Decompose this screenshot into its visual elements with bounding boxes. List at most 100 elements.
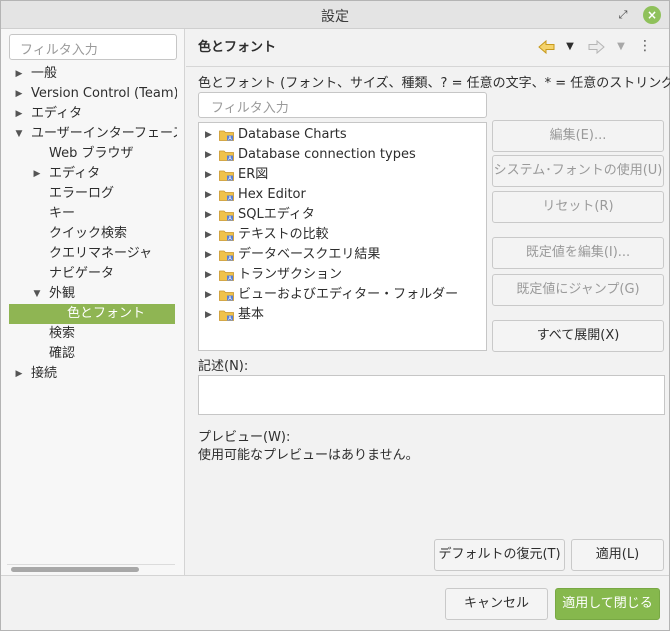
reset-button[interactable]: リセット(R) (492, 191, 664, 223)
tree-item-label: クエリマネージャ (49, 246, 153, 261)
collapsed-arrow-icon[interactable]: ▶ (205, 265, 212, 285)
category-label: Database Charts (238, 127, 347, 142)
back-arrow-icon[interactable] (538, 39, 556, 55)
folder-icon: A (219, 150, 234, 161)
category-label: Database connection types (238, 147, 416, 162)
expand-all-button[interactable]: すべて展開(X) (492, 320, 664, 352)
svg-text:A: A (228, 316, 232, 321)
tree-item[interactable]: クエリマネージャ (1, 244, 177, 264)
tree-item-label: エディタ (49, 166, 101, 181)
view-menu-icon[interactable]: ⋮ (638, 39, 652, 55)
tree-item-label: エディタ (31, 106, 83, 121)
horizontal-scrollbar[interactable] (11, 567, 139, 572)
collapsed-arrow-icon[interactable]: ▶ (205, 285, 212, 305)
tree-item-label: 一般 (31, 66, 58, 81)
folder-icon: A (219, 250, 234, 261)
svg-text:A: A (228, 176, 232, 181)
preview-text: 使用可能なプレビューはありません。 (198, 448, 419, 463)
collapsed-arrow-icon[interactable]: ▶ (205, 185, 212, 205)
tree-item[interactable]: ▼ ユーザーインターフェース (1, 124, 177, 144)
restore-defaults-button[interactable]: デフォルトの復元(T) (434, 539, 565, 571)
restore-icon[interactable]: ⤢ (615, 7, 631, 23)
tree-item[interactable]: 検索 (1, 324, 177, 344)
collapsed-arrow-icon[interactable]: ▶ (13, 64, 25, 84)
collapsed-arrow-icon[interactable]: ▶ (205, 145, 212, 165)
tree-item-label: Web ブラウザ (49, 146, 134, 161)
collapsed-arrow-icon[interactable]: ▶ (205, 165, 212, 185)
category-label: 基本 (238, 307, 265, 322)
tree-item-label: ユーザーインターフェース (31, 126, 177, 141)
forward-dropdown-icon[interactable]: ▼ (615, 39, 627, 55)
back-dropdown-icon[interactable]: ▼ (564, 39, 576, 55)
tree-item[interactable]: ▶ 一般 (1, 64, 177, 84)
collapsed-arrow-icon[interactable]: ▶ (205, 225, 212, 245)
tree-item[interactable]: ▼ 外観 (1, 284, 177, 304)
edit-default-button[interactable]: 既定値を編集(I)... (492, 237, 664, 269)
category-row[interactable]: ▶ A データベースクエリ結果 (199, 245, 486, 265)
collapsed-arrow-icon[interactable]: ▶ (205, 245, 212, 265)
description-box (198, 375, 665, 415)
preferences-dialog: 設定 ⤢ × フィルタ入力 ▶ 一般 ▶ Version Control (Team)… (0, 0, 670, 631)
preference-tree-pane: フィルタ入力 ▶ 一般 ▶ Version Control (Team) ▶ エディタ ▼ ユ… (1, 29, 185, 575)
category-row[interactable]: ▶ A ビューおよびエディター・フォルダー (199, 285, 486, 305)
collapsed-arrow-icon[interactable]: ▶ (205, 305, 212, 325)
folder-icon: A (219, 290, 234, 301)
tree-item[interactable]: ▶ Version Control (Team) (1, 84, 177, 104)
expanded-arrow-icon[interactable]: ▼ (13, 124, 25, 144)
tree-item-label: 接続 (31, 366, 58, 381)
folder-icon: A (219, 310, 234, 321)
tree-item[interactable]: ▶ 接続 (1, 364, 177, 384)
collapsed-arrow-icon[interactable]: ▶ (205, 125, 212, 145)
folder-icon: A (219, 210, 234, 221)
tree-item-label: 外観 (49, 286, 76, 301)
collapsed-arrow-icon[interactable]: ▶ (13, 104, 25, 124)
collapsed-arrow-icon[interactable]: ▶ (31, 164, 43, 184)
category-row[interactable]: ▶ A テキストの比較 (199, 225, 486, 245)
tree-item[interactable]: エラーログ (1, 184, 177, 204)
tree-item-label: 検索 (49, 326, 76, 341)
tree-item[interactable]: キー (1, 204, 177, 224)
tree-item[interactable]: Web ブラウザ (1, 144, 177, 164)
folder-icon: A (219, 270, 234, 281)
svg-text:A: A (228, 236, 232, 241)
edit-button[interactable]: 編集(E)... (492, 120, 664, 152)
category-row[interactable]: ▶ A Database Charts (199, 125, 486, 145)
category-row[interactable]: ▶ A SQLエディタ (199, 205, 486, 225)
tree-item-label: 確認 (49, 346, 76, 361)
colors-fonts-tree: ▶ A Database Charts ▶ A Database connection t… (198, 122, 487, 351)
collapsed-arrow-icon[interactable]: ▶ (13, 364, 25, 384)
category-label: データベースクエリ結果 (238, 247, 381, 262)
tree-item[interactable]: 色とフォント (9, 304, 175, 324)
category-row[interactable]: ▶ A Hex Editor (199, 185, 486, 205)
svg-text:A: A (228, 136, 232, 141)
tree-item[interactable]: 確認 (1, 344, 177, 364)
category-row[interactable]: ▶ A トランザクション (199, 265, 486, 285)
svg-text:A: A (228, 216, 232, 221)
folder-icon: A (219, 230, 234, 241)
apply-and-close-button[interactable]: 適用して閉じる (555, 588, 660, 620)
category-row[interactable]: ▶ A 基本 (199, 305, 486, 325)
tree-item[interactable]: ▶ エディタ (1, 164, 177, 184)
category-row[interactable]: ▶ A Database connection types (199, 145, 486, 165)
tree-item[interactable]: ナビゲータ (1, 264, 177, 284)
jump-to-default-button[interactable]: 既定値にジャンプ(G) (492, 274, 664, 306)
forward-arrow-icon[interactable] (587, 39, 605, 55)
collapsed-arrow-icon[interactable]: ▶ (205, 205, 212, 225)
close-icon[interactable]: × (643, 6, 661, 24)
tree-item-label: ナビゲータ (49, 266, 115, 281)
tree-item[interactable]: クイック検索 (1, 224, 177, 244)
category-row[interactable]: ▶ A ER図 (199, 165, 486, 185)
colors-filter-input[interactable]: フィルタ入力 (198, 92, 487, 118)
apply-button[interactable]: 適用(L) (571, 539, 664, 571)
window-title: 設定 (321, 9, 349, 25)
cancel-button[interactable]: キャンセル (445, 588, 548, 620)
tree-item-label: 色とフォント (67, 306, 146, 321)
colors-fonts-label: 色とフォント (フォント、サイズ、種類、? = 任意の文字、* = 任意のストリ… (198, 76, 670, 91)
expanded-arrow-icon[interactable]: ▼ (31, 284, 43, 304)
category-label: トランザクション (238, 267, 343, 282)
footer-divider (1, 575, 669, 576)
collapsed-arrow-icon[interactable]: ▶ (13, 84, 25, 104)
use-system-font-button[interactable]: システム･フォントの使用(U) (492, 155, 664, 187)
tree-item[interactable]: ▶ エディタ (1, 104, 177, 124)
tree-filter-input[interactable]: フィルタ入力 (9, 34, 177, 60)
